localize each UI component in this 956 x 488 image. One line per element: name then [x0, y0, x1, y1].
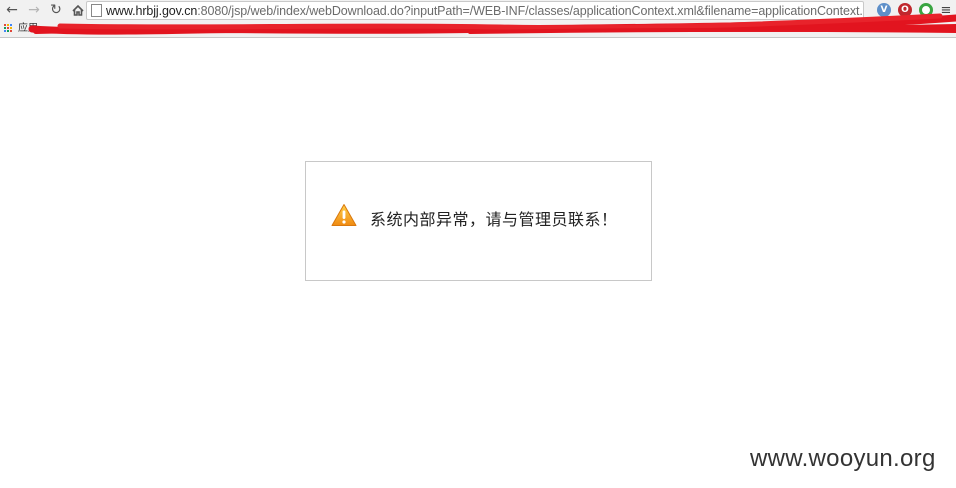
- watermark: www.wooyun.org: [750, 445, 936, 472]
- error-message: 系统内部异常，请与管理员联系！: [370, 210, 618, 229]
- warning-icon: [331, 204, 357, 226]
- error-box: 系统内部异常，请与管理员联系！: [305, 161, 652, 281]
- redaction-scribble: [28, 13, 956, 35]
